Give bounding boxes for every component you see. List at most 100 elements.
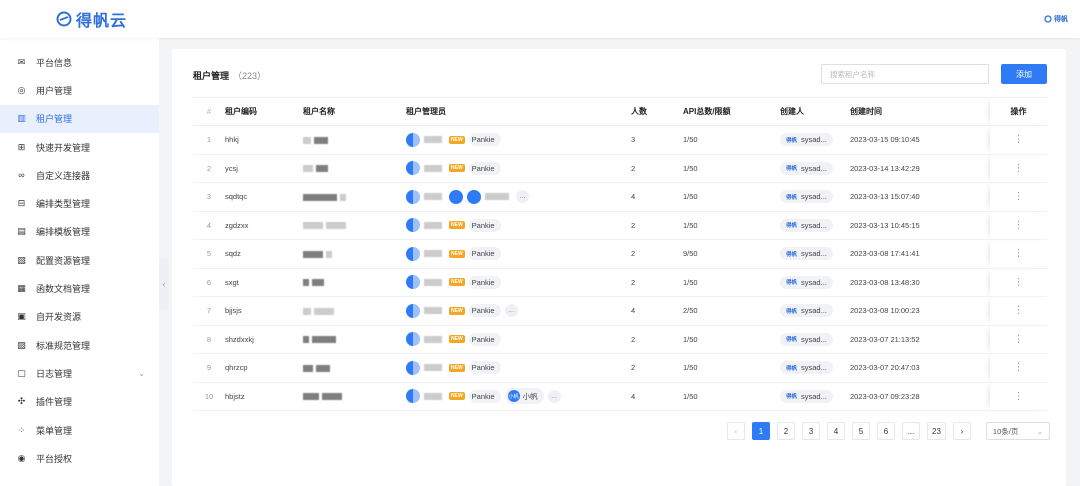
more-admins-button[interactable]: ... (547, 389, 561, 403)
more-admins-button[interactable]: ... (516, 190, 529, 204)
admin-chip[interactable]: Pankie (468, 332, 501, 346)
redacted-block (424, 335, 442, 343)
tenant-admins: NEW Pankie (406, 239, 631, 269)
sidebar-item-2[interactable]: ◎ 用户管理 (0, 76, 159, 104)
table-row[interactable]: 10 hbjstz NEW Pankie 小帆 小帆... 4 1/50 得帆 sysa… (193, 382, 1047, 411)
page-5[interactable]: 5 (852, 422, 870, 440)
table-row[interactable]: 9 qhrzcp NEW Pankie 2 1/50 得帆 sysad... 202… (193, 353, 1047, 383)
more-admins-button[interactable]: ... (504, 304, 518, 318)
admin-chip[interactable]: Pankie (468, 389, 501, 403)
row-num: 5 (193, 239, 225, 269)
sidebar-item-label: 自开发资源 (36, 312, 82, 323)
page-size-select[interactable]: 10条/页 ⌄ (985, 422, 1050, 440)
row-actions: ⋮ (990, 325, 1047, 354)
admin-chip[interactable]: Pankie (468, 133, 501, 147)
sidebar-item-10[interactable]: ▣ 自开发资源 (0, 303, 159, 331)
sidebar-item-3[interactable]: ▥ 租户管理 (0, 104, 159, 133)
row-num: 2 (193, 154, 225, 183)
more-vertical-icon[interactable]: ⋮ (1014, 305, 1024, 316)
table-row[interactable]: 3 sqdtqc ... 4 1/50 得帆 sysad... 2023-03-1… (193, 182, 1047, 212)
more-vertical-icon[interactable]: ⋮ (1014, 362, 1024, 373)
created-time: 2023-03-13 15:07:40 (850, 182, 990, 212)
sidebar-item-14[interactable]: ⁘ 菜单管理 (0, 416, 159, 444)
admin-chip[interactable]: 小帆 小帆 (504, 388, 544, 405)
mini-logo: 得帆 (1044, 14, 1068, 24)
admin-chip[interactable]: Pankie (468, 161, 501, 175)
sidebar-collapse-toggle[interactable]: ‹ (159, 258, 169, 310)
sidebar-item-15[interactable]: ◉ 平台授权 (0, 444, 159, 472)
sidebar-item-6[interactable]: ⊟ 编排类型管理 (0, 189, 159, 217)
page-23[interactable]: 23 (927, 422, 946, 440)
more-vertical-icon[interactable]: ⋮ (1014, 277, 1024, 288)
more-vertical-icon[interactable]: ⋮ (1014, 163, 1024, 174)
row-actions: ⋮ (990, 125, 1047, 155)
redacted-block (303, 222, 323, 230)
table-row[interactable]: 7 bjjsjs NEW Pankie... 4 2/50 得帆 sysad... … (193, 296, 1047, 326)
tenant-code: sxgt (225, 268, 303, 297)
prev-page-button[interactable]: ‹ (727, 422, 745, 440)
table-row[interactable]: 4 zgdzxx NEW Pankie 2 1/50 得帆 sysad... 202… (193, 211, 1047, 240)
tenant-admins: NEW Pankie... (406, 296, 631, 326)
tenant-name (303, 382, 406, 411)
creator-logo: 得帆 (786, 223, 798, 230)
table-row[interactable]: 2 ycsj NEW Pankie 2 1/50 得帆 sysad... 2023-… (193, 154, 1047, 183)
badge-icon: ◉ (17, 452, 26, 463)
search-input[interactable] (821, 64, 989, 84)
sidebar-item-1[interactable]: ✉ 平台信息 (0, 48, 159, 76)
more-vertical-icon[interactable]: ⋮ (1014, 220, 1024, 231)
table-row[interactable]: 6 sxgt NEW Pankie 2 1/50 得帆 sysad... 2023-… (193, 268, 1047, 297)
page-1[interactable]: 1 (752, 422, 770, 440)
more-vertical-icon[interactable]: ⋮ (1014, 191, 1024, 202)
page-3[interactable]: 3 (802, 422, 820, 440)
api-quota: 1/50 (683, 382, 780, 411)
people-count: 2 (631, 239, 683, 269)
admin-chip[interactable]: Pankie (468, 275, 501, 289)
sidebar-item-label: 快速开发管理 (36, 142, 91, 153)
row-num: 3 (193, 182, 225, 212)
new-tag: NEW (449, 164, 465, 173)
sidebar-item-11[interactable]: ▨ 标准规范管理 (0, 331, 159, 359)
page-2[interactable]: 2 (777, 422, 795, 440)
table-row[interactable]: 5 sqdz NEW Pankie 2 9/50 得帆 sysad... 2023-… (193, 239, 1047, 269)
sidebar-item-label: 平台授权 (36, 453, 73, 464)
admin-chip[interactable]: Pankie (468, 247, 501, 261)
more-vertical-icon[interactable]: ⋮ (1014, 248, 1024, 259)
more-vertical-icon[interactable]: ⋮ (1014, 391, 1024, 402)
sidebar-item-8[interactable]: ▧ 配置资源管理 (0, 246, 159, 274)
redacted-block (424, 307, 442, 315)
page-4[interactable]: 4 (827, 422, 845, 440)
redacted-block (316, 165, 328, 173)
sidebar-item-12[interactable]: ▢ 日志管理 ⌄ (0, 359, 159, 387)
created-time: 2023-03-13 10:45:15 (850, 211, 990, 240)
add-button[interactable]: 添加 (1001, 64, 1047, 84)
creator-name: sysad... (801, 192, 827, 202)
sidebar-item-9[interactable]: ▦ 函数文档管理 (0, 274, 159, 302)
sidebar-item-5[interactable]: ∞ 自定义连接器 (0, 161, 159, 189)
page-ellipsis[interactable]: ... (902, 422, 920, 440)
admin-name: Pankie (471, 277, 495, 287)
tenant-admins: NEW Pankie (406, 353, 631, 383)
creator-logo: 得帆 (786, 280, 798, 287)
redacted-block (312, 336, 336, 344)
admin-chip[interactable]: Pankie (468, 361, 501, 375)
more-vertical-icon[interactable]: ⋮ (1014, 134, 1024, 145)
tenant-admins: ... (406, 182, 631, 212)
avatar (406, 389, 420, 404)
table-row[interactable]: 1 hhkj NEW Pankie 3 1/50 得帆 sysad... 2023-… (193, 125, 1047, 155)
sidebar-item-13[interactable]: ✣ 插件管理 (0, 388, 159, 416)
logo[interactable]: 得帆云 (56, 7, 127, 31)
table-row[interactable]: 8 shzdxxkj NEW Pankie 2 1/50 得帆 sysad... 2… (193, 325, 1047, 354)
sidebar-item-4[interactable]: ⊞ 快速开发管理 (0, 133, 159, 161)
redacted-block (303, 279, 309, 287)
admin-chip[interactable]: Pankie (468, 304, 501, 318)
tenant-code: shzdxxkj (225, 325, 303, 354)
people-count: 4 (631, 382, 683, 411)
sidebar-item-label: 租户管理 (36, 114, 73, 125)
admin-chip[interactable]: Pankie (468, 218, 501, 232)
sidebar-item-7[interactable]: ▤ 编排模板管理 (0, 218, 159, 246)
tenant-name (303, 268, 406, 297)
page-6[interactable]: 6 (877, 422, 895, 440)
more-vertical-icon[interactable]: ⋮ (1014, 334, 1024, 345)
next-page-button[interactable]: › (952, 422, 971, 440)
col-api: API总数/限额 (683, 97, 780, 126)
